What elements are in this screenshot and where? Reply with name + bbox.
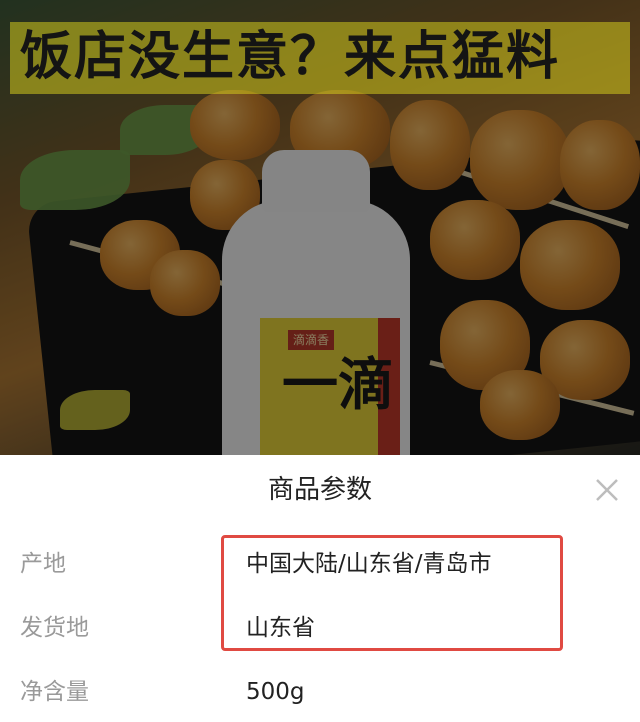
param-label-origin: 产地: [20, 551, 66, 577]
close-button[interactable]: [592, 475, 622, 505]
param-label-ship-from: 发货地: [20, 615, 89, 641]
param-value-net-weight: 500g: [246, 679, 305, 705]
highlight-box: [221, 535, 563, 651]
close-icon: [596, 479, 618, 501]
param-label-net-weight: 净含量: [20, 679, 89, 705]
promo-banner-text: 饭店没生意？来点猛料: [20, 27, 561, 87]
sheet-title: 商品参数: [267, 475, 372, 505]
